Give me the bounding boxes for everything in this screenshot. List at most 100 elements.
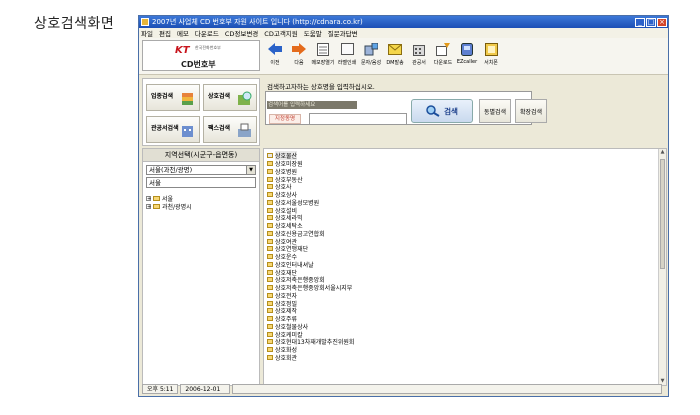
folder-icon [267,354,273,360]
menu-cd-support[interactable]: CD고객지원 [264,28,297,38]
menu-edit[interactable]: 편집 [159,28,171,38]
folder-icon [267,223,273,229]
folder-icon [153,203,160,209]
toolbar-area: KT 한국전화번호부 CD번호부 이전 다음 메모장열기 라벨인쇄 문자/음성 … [139,38,668,75]
search-phone-icon [484,42,498,56]
toolbar-notepad-button[interactable]: 메모장열기 [311,39,335,73]
forward-arrow-icon [292,42,306,56]
download-icon [436,42,450,56]
folder-icon [267,347,273,353]
folder-icon [267,184,273,190]
folder-icon [267,176,273,182]
logo-brand: KT [175,45,190,56]
dong-search-button[interactable]: 동별검색 [479,99,511,123]
search-input[interactable]: 검색어를 입력하세요 [267,101,357,109]
name-search-button[interactable]: 상호검색 [203,84,257,111]
folder-icon [267,277,273,283]
area-label: 지정동명 [269,114,301,124]
kt-logo: KT 한국전화번호부 CD번호부 [142,40,260,71]
folder-icon [267,192,273,198]
toolbar-download-button[interactable]: 다운로드 [431,39,455,73]
back-arrow-icon [268,42,282,56]
tree-node-gwacheon[interactable]: + 과천/광명시 [146,202,192,211]
region-tree: + 서울 + 과천/광명시 [146,194,192,211]
building-icon [412,42,426,56]
toolbar-office-button[interactable]: 관공서 [407,39,431,73]
category-search-icon [180,91,195,106]
caller-icon [460,42,474,56]
folder-icon [267,254,273,260]
menu-file[interactable]: 파일 [141,28,153,38]
region-select[interactable]: 서울(과천/광명) ▼ [146,165,256,175]
folder-icon [267,261,273,267]
search-button[interactable]: 검색 [411,99,473,123]
folder-icon [267,331,273,337]
folder-icon [267,238,273,244]
folder-icon [267,300,273,306]
region-title: 지역선택(시군구-읍면동) [143,149,259,162]
mail-icon [388,42,402,56]
app-icon [141,18,149,26]
toolbar-ezcaller-button[interactable]: EZcaller [455,39,479,73]
menu-qna[interactable]: 질문과답변 [328,28,358,38]
status-bar: 오후 5:11 2006-12-01 [142,384,664,394]
search-panel: 검색하고자하는 상호명을 입력하십시오. 검색어를 입력하세요 지정동명 검색 … [263,78,667,146]
search-prompt: 검색하고자하는 상호명을 입력하십시오. [267,83,375,91]
scroll-up-icon[interactable]: ▲ [659,149,666,156]
folder-icon [267,339,273,345]
fax-search-icon [237,123,252,138]
menu-cd-info[interactable]: CD정보변경 [225,28,258,38]
expand-search-button[interactable]: 확장검색 [515,99,547,123]
toolbar-searchphone-button[interactable]: 서치폰 [479,39,503,73]
close-button[interactable]: × [657,17,667,27]
name-search-icon [237,91,252,106]
toolbar-message-button[interactable]: 문자/음성 [359,39,383,73]
window-title: 2007년 사업체 CD 번호부 자원 사이트 입니다 (http://cdna… [152,18,363,26]
toolbar: 이전 다음 메모장열기 라벨인쇄 문자/음성 DM발송 관공서 다운로드 EZc… [263,39,503,73]
expand-icon[interactable]: + [146,203,151,209]
phone-message-icon [364,42,378,56]
menu-help[interactable]: 도움말 [304,28,322,38]
category-search-button[interactable]: 업종검색 [146,84,200,111]
page-caption: 상호검색화면 [34,16,115,32]
scroll-thumb[interactable] [660,159,665,269]
toolbar-dm-button[interactable]: DM발송 [383,39,407,73]
title-bar: 2007년 사업체 CD 번호부 자원 사이트 입니다 (http://cdna… [139,16,668,28]
folder-icon [267,199,273,205]
area-input[interactable] [309,113,407,125]
folder-icon [267,207,273,213]
notepad-icon [316,42,330,56]
folder-icon [267,153,273,159]
folder-icon [267,168,273,174]
region-panel: 지역선택(시군구-읍면동) 서울(과천/광명) ▼ 서울 + 서울 + 과천/광… [142,148,260,386]
results-scrollbar[interactable]: ▲ ▼ [658,149,666,385]
toolbar-forward-button[interactable]: 다음 [287,39,311,73]
folder-icon [267,230,273,236]
logo-subtitle: 한국전화번호부 [195,45,221,50]
toolbar-label-print-button[interactable]: 라벨인쇄 [335,39,359,73]
search-type-panel: 업종검색 상호검색 관공서검색 팩스검색 [142,78,260,146]
folder-icon [267,308,273,314]
menu-download[interactable]: 다운로드 [195,28,219,38]
status-date: 2006-12-01 [180,384,231,394]
list-item[interactable]: 상호회관 [267,354,354,362]
expand-icon[interactable]: + [146,195,151,201]
maximize-button[interactable]: □ [646,17,656,27]
logo-product: CD번호부 [181,60,216,69]
magnifier-icon [426,105,440,117]
folder-icon [153,195,160,201]
folder-icon [267,246,273,252]
folder-icon [267,269,273,275]
office-search-button[interactable]: 관공서검색 [146,116,200,143]
office-search-icon [180,123,195,138]
chevron-down-icon[interactable]: ▼ [246,166,255,174]
folder-icon [267,285,273,291]
fax-search-button[interactable]: 팩스검색 [203,116,257,143]
minimize-button[interactable]: _ [635,17,645,27]
toolbar-back-button[interactable]: 이전 [263,39,287,73]
folder-icon [267,316,273,322]
folder-icon [267,323,273,329]
results-items: 상호물산 상호미장원 상호병원 상호부동산 상호사 상호상사 상호서울성모병원 상호설비 상호세… [267,151,354,362]
menu-memo[interactable]: 메모 [177,28,189,38]
label-print-icon [340,42,354,56]
